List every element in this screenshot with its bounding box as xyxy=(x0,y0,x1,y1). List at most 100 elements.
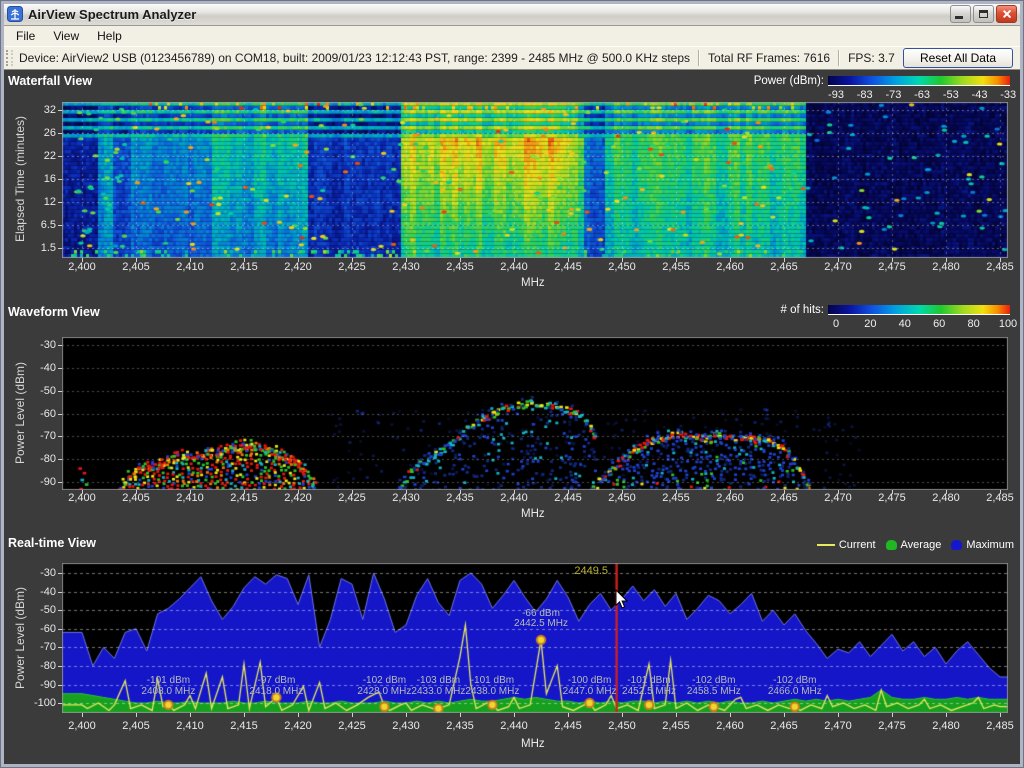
y-tick-label: -80 xyxy=(18,453,56,465)
x-tick-label: 2,420 xyxy=(284,720,312,732)
x-tick-label: 2,415 xyxy=(230,261,258,273)
power-legend-tick: -63 xyxy=(914,89,930,101)
minimize-button[interactable] xyxy=(950,5,971,23)
x-tick-label: 2,425 xyxy=(338,261,366,273)
annotation-frequency: 2466.0 MHz xyxy=(768,687,822,698)
x-tick-label: 2,405 xyxy=(122,261,150,273)
x-tick-label: 2,470 xyxy=(824,492,852,504)
annotation-power: -101 dBm xyxy=(141,676,195,687)
toolbar-grip-icon xyxy=(6,50,13,66)
annotation-power: -102 dBm xyxy=(687,676,741,687)
y-tick-mark xyxy=(58,110,62,111)
x-tick-label: 2,460 xyxy=(716,720,744,732)
y-tick-label: 1.5 xyxy=(18,242,56,254)
x-tick-label: 2,415 xyxy=(230,720,258,732)
x-tick-label: 2,435 xyxy=(446,720,474,732)
power-legend-tick: -73 xyxy=(885,89,901,101)
legend-item-current: Current xyxy=(817,539,876,551)
close-button[interactable] xyxy=(996,5,1017,23)
x-tick-label: 2,440 xyxy=(500,492,528,504)
hits-legend-tick: 80 xyxy=(967,318,979,330)
annotation-frequency: 2418.0 MHz xyxy=(249,687,303,698)
peak-annotation: -97 dBm2418.0 MHz xyxy=(249,676,303,697)
y-tick-mark xyxy=(58,414,62,415)
x-tick-label: 2,450 xyxy=(608,492,636,504)
peak-annotation: -66 dBm2442.5 MHz xyxy=(514,609,568,630)
y-tick-label: -90 xyxy=(18,476,56,488)
menu-item-file[interactable]: File xyxy=(7,27,44,45)
x-tick-label: 2,405 xyxy=(122,720,150,732)
y-tick-mark xyxy=(58,391,62,392)
y-tick-mark xyxy=(58,573,62,574)
x-tick-mark xyxy=(622,713,623,717)
x-tick-label: 2,400 xyxy=(68,720,96,732)
x-tick-label: 2,485 xyxy=(986,492,1014,504)
x-tick-label: 2,480 xyxy=(932,492,960,504)
x-tick-label: 2,455 xyxy=(662,261,690,273)
y-tick-mark xyxy=(58,248,62,249)
x-tick-mark xyxy=(82,713,83,717)
x-tick-label: 2,470 xyxy=(824,720,852,732)
annotation-frequency: 2442.5 MHz xyxy=(514,619,568,630)
y-tick-mark xyxy=(58,133,62,134)
annotation-power: -102 dBm xyxy=(357,676,411,687)
y-tick-label: -40 xyxy=(18,362,56,374)
y-tick-label: -90 xyxy=(18,679,56,691)
x-tick-label: 2,445 xyxy=(554,492,582,504)
x-tick-label: 2,435 xyxy=(446,492,474,504)
x-tick-label: 2,440 xyxy=(500,720,528,732)
y-tick-label: -30 xyxy=(18,567,56,579)
x-tick-label: 2,455 xyxy=(662,720,690,732)
maximize-icon xyxy=(979,10,988,18)
realtime-plot[interactable] xyxy=(62,563,1008,713)
device-info: Device: AirView2 USB (0123456789) on COM… xyxy=(19,51,690,65)
peak-annotation: -102 dBm2458.5 MHz xyxy=(687,676,741,697)
y-tick-mark xyxy=(58,666,62,667)
x-tick-label: 2,430 xyxy=(392,261,420,273)
x-tick-label: 2,415 xyxy=(230,492,258,504)
x-tick-mark xyxy=(676,713,677,717)
x-axis-unit: MHz xyxy=(521,277,545,289)
legend-item-average: Average xyxy=(886,539,942,551)
power-legend-gradient xyxy=(828,76,1010,86)
y-tick-mark xyxy=(58,368,62,369)
y-tick-label: -60 xyxy=(18,408,56,420)
x-tick-mark xyxy=(784,713,785,717)
y-tick-label: -70 xyxy=(18,641,56,653)
x-tick-label: 2,465 xyxy=(770,720,798,732)
annotation-frequency: 2428.0 MHz xyxy=(357,687,411,698)
x-tick-label: 2,485 xyxy=(986,261,1014,273)
title-bar[interactable]: AirView Spectrum Analyzer xyxy=(3,3,1021,26)
x-tick-label: 2,410 xyxy=(176,492,204,504)
y-tick-label: -30 xyxy=(18,339,56,351)
x-tick-mark xyxy=(190,713,191,717)
x-tick-label: 2,475 xyxy=(878,720,906,732)
x-tick-mark xyxy=(1000,713,1001,717)
y-tick-label: -60 xyxy=(18,623,56,635)
x-tick-mark xyxy=(946,713,947,717)
y-tick-label: -100 xyxy=(18,697,56,709)
mouse-cursor xyxy=(615,589,629,610)
annotation-power: -100 dBm xyxy=(563,676,617,687)
average-fill-icon xyxy=(886,540,897,550)
maximize-button[interactable] xyxy=(973,5,994,23)
y-tick-mark xyxy=(58,592,62,593)
x-tick-label: 2,450 xyxy=(608,720,636,732)
x-tick-label: 2,430 xyxy=(392,492,420,504)
x-tick-label: 2,480 xyxy=(932,261,960,273)
x-tick-label: 2,480 xyxy=(932,720,960,732)
power-legend-tick: -83 xyxy=(857,89,873,101)
menu-item-view[interactable]: View xyxy=(44,27,88,45)
peak-annotation: -101 dBm2452.5 MHz xyxy=(622,676,676,697)
x-tick-mark xyxy=(568,713,569,717)
y-tick-label: 12 xyxy=(18,196,56,208)
y-tick-label: -50 xyxy=(18,604,56,616)
x-tick-mark xyxy=(298,713,299,717)
window-title: AirView Spectrum Analyzer xyxy=(28,7,950,22)
annotation-frequency: 2458.5 MHz xyxy=(687,687,741,698)
peak-annotation: -102 dBm2428.0 MHz xyxy=(357,676,411,697)
y-tick-mark xyxy=(58,482,62,483)
x-tick-label: 2,440 xyxy=(500,261,528,273)
menu-item-help[interactable]: Help xyxy=(88,27,131,45)
reset-all-data-button[interactable]: Reset All Data xyxy=(903,48,1013,68)
